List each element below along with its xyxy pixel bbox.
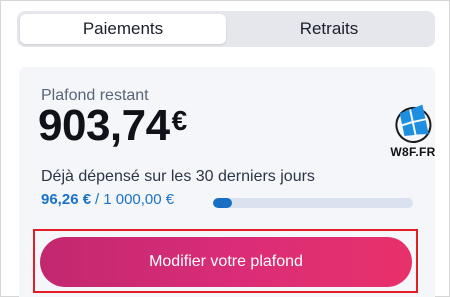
- remaining-amount: 903,74 €: [38, 101, 187, 151]
- watermark-logo: W8F.FR: [383, 101, 443, 165]
- watermark-text: W8F.FR: [390, 145, 436, 159]
- spent-progress-fill: [213, 198, 233, 208]
- spent-value: 96,26 €: [41, 191, 92, 208]
- spent-progress-bar: [213, 198, 413, 208]
- spent-label: Déjà dépensé sur les 30 derniers jours: [41, 168, 315, 185]
- spent-summary: 96,26 € / 1 000,00 €: [41, 191, 174, 208]
- remaining-amount-currency: €: [171, 105, 188, 136]
- tab-retraits[interactable]: Retraits: [226, 14, 432, 44]
- spent-separator: /: [95, 191, 100, 208]
- remaining-amount-value: 903,74: [38, 101, 170, 150]
- app-screen: Paiements Retraits Plafond restant 903,7…: [0, 0, 450, 297]
- modify-limit-button[interactable]: Modifier votre plafond: [40, 237, 412, 287]
- windows-logo-icon: [395, 104, 432, 143]
- tab-switcher: Paiements Retraits: [17, 11, 435, 47]
- spent-limit: 1 000,00 €: [103, 191, 175, 208]
- tab-paiements[interactable]: Paiements: [20, 14, 226, 44]
